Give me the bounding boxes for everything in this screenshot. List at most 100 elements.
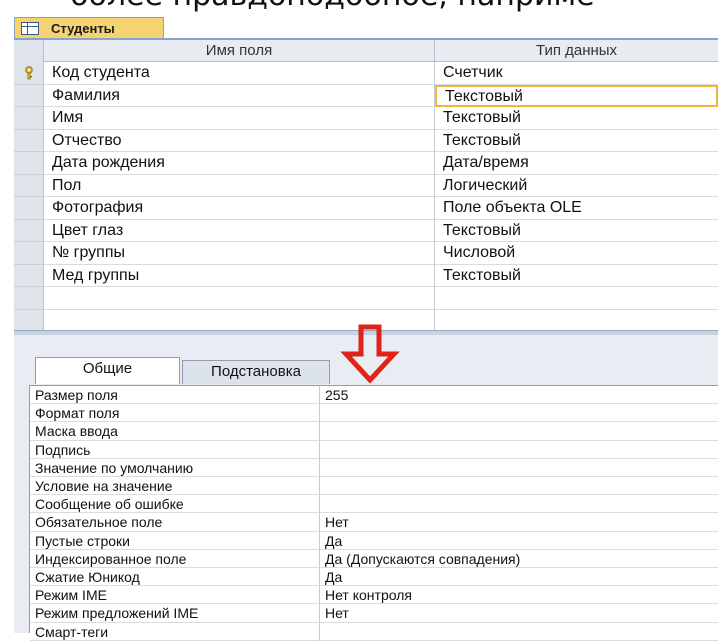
- property-value[interactable]: [320, 495, 718, 514]
- property-label: Смарт-теги: [30, 622, 320, 641]
- field-name-cell[interactable]: Цвет глаз: [44, 219, 435, 242]
- down-arrow-icon: [340, 324, 400, 384]
- field-name-cell[interactable]: Фотография: [44, 197, 435, 220]
- row-selector[interactable]: [14, 85, 44, 107]
- property-label: Маска ввода: [30, 422, 320, 441]
- field-row[interactable]: № группы Числовой: [14, 242, 718, 265]
- table-icon: [21, 22, 39, 35]
- property-row[interactable]: Маска ввода: [30, 422, 718, 441]
- field-row[interactable]: Мед группы Текстовый: [14, 264, 718, 287]
- field-row[interactable]: Цвет глаз Текстовый: [14, 219, 718, 242]
- field-name-cell[interactable]: № группы: [44, 242, 435, 265]
- data-type-cell[interactable]: Счетчик: [435, 62, 718, 85]
- data-type-cell[interactable]: Текстовый: [435, 107, 718, 130]
- data-type-cell[interactable]: Текстовый: [435, 265, 718, 287]
- property-row[interactable]: Сообщение об ошибке: [30, 495, 718, 514]
- document-tab-label: Студенты: [51, 21, 115, 36]
- data-type-cell[interactable]: Логический: [435, 175, 718, 197]
- slide-caption-text: более правдоподобное, наприме: [70, 0, 595, 14]
- property-value[interactable]: Нет: [320, 604, 718, 623]
- data-type-cell[interactable]: [435, 310, 718, 331]
- property-row[interactable]: Подпись: [30, 440, 718, 459]
- field-row[interactable]: Пол Логический: [14, 174, 718, 197]
- data-type-cell[interactable]: Числовой: [435, 242, 718, 265]
- field-name-cell[interactable]: Отчество: [44, 129, 435, 152]
- field-name-cell[interactable]: Код студента: [44, 62, 435, 85]
- field-name-cell[interactable]: Фамилия: [44, 84, 435, 107]
- property-row[interactable]: Режим предложений IME Нет: [30, 604, 718, 623]
- property-row[interactable]: Смарт-теги: [30, 622, 718, 641]
- field-row[interactable]: Отчество Текстовый: [14, 129, 718, 152]
- property-value[interactable]: [320, 477, 718, 496]
- data-type-cell[interactable]: [435, 287, 718, 310]
- field-name-cell[interactable]: Мед группы: [44, 264, 435, 287]
- property-label: Размер поля: [30, 386, 320, 405]
- column-header-field-name: Имя поля: [44, 40, 435, 62]
- property-label: Сообщение об ошибке: [30, 495, 320, 514]
- document-tab[interactable]: Студенты: [14, 17, 164, 39]
- row-selector[interactable]: [14, 265, 44, 287]
- row-selector[interactable]: [14, 220, 44, 242]
- property-row[interactable]: Режим IME Нет контроля: [30, 586, 718, 605]
- field-name-cell[interactable]: Пол: [44, 174, 435, 197]
- field-row[interactable]: Код студента Счетчик: [14, 62, 718, 85]
- property-row[interactable]: Обязательное поле Нет: [30, 513, 718, 532]
- data-type-cell[interactable]: Поле объекта OLE: [435, 197, 718, 220]
- field-row[interactable]: Имя Текстовый: [14, 107, 718, 130]
- property-value[interactable]: [320, 404, 718, 423]
- property-value[interactable]: 255: [320, 386, 718, 405]
- property-value[interactable]: Да: [320, 532, 718, 550]
- table-design-grid: Имя поля Тип данных Код студента Счетчик Ф…: [14, 40, 718, 330]
- data-type-cell[interactable]: Текстовый: [435, 130, 718, 152]
- property-label: Сжатие Юникод: [30, 568, 320, 587]
- property-label: Индексированное поле: [30, 549, 320, 568]
- property-value[interactable]: Да (Допускаются совпадения): [320, 550, 718, 568]
- property-value[interactable]: Нет: [320, 513, 718, 532]
- property-row[interactable]: Значение по умолчанию: [30, 458, 718, 477]
- row-selector[interactable]: [14, 310, 44, 331]
- data-type-cell[interactable]: Текстовый: [435, 84, 718, 107]
- tab-general[interactable]: Общие: [35, 357, 180, 384]
- row-selector[interactable]: [14, 152, 44, 175]
- property-label: Пустые строки: [30, 531, 320, 550]
- property-label: Подпись: [30, 440, 320, 459]
- property-label: Значение по умолчанию: [30, 458, 320, 477]
- data-type-cell[interactable]: Текстовый: [435, 220, 718, 242]
- property-row[interactable]: Сжатие Юникод Да: [30, 568, 718, 587]
- property-row[interactable]: Размер поля 255: [30, 386, 718, 405]
- tab-lookup[interactable]: Подстановка: [182, 360, 330, 384]
- property-value[interactable]: Нет контроля: [320, 586, 718, 605]
- field-row[interactable]: Дата рождения Дата/время: [14, 152, 718, 175]
- key-icon: [25, 66, 33, 80]
- property-value[interactable]: [320, 623, 718, 641]
- property-value[interactable]: [320, 459, 718, 477]
- properties-table: Размер поля 255 Формат поля Маска ввода Подп…: [29, 385, 718, 641]
- field-name-cell[interactable]: Имя: [44, 107, 435, 130]
- row-selector[interactable]: [14, 287, 44, 310]
- field-name-cell[interactable]: [44, 287, 435, 310]
- row-selector[interactable]: [14, 175, 44, 197]
- field-name-cell[interactable]: Дата рождения: [44, 152, 435, 175]
- property-value[interactable]: [320, 441, 718, 459]
- row-selector[interactable]: [14, 62, 44, 85]
- property-label: Обязательное поле: [30, 513, 320, 532]
- property-row[interactable]: Формат поля: [30, 404, 718, 423]
- field-row[interactable]: Фотография Поле объекта OLE: [14, 197, 718, 220]
- row-selector[interactable]: [14, 107, 44, 130]
- row-selector[interactable]: [14, 242, 44, 265]
- column-header-data-type: Тип данных: [435, 40, 718, 62]
- field-row[interactable]: Фамилия Текстовый: [14, 84, 718, 107]
- property-value[interactable]: Да: [320, 568, 718, 587]
- row-selector[interactable]: [14, 130, 44, 152]
- property-label: Режим IME: [30, 586, 320, 605]
- property-row[interactable]: Условие на значение: [30, 477, 718, 496]
- row-selector[interactable]: [14, 197, 44, 220]
- property-label: Формат поля: [30, 404, 320, 423]
- property-label: Условие на значение: [30, 477, 320, 496]
- data-type-cell[interactable]: Дата/время: [435, 152, 718, 175]
- field-row[interactable]: [14, 287, 718, 310]
- property-row[interactable]: Индексированное поле Да (Допускаются совп…: [30, 549, 718, 568]
- property-row[interactable]: Пустые строки Да: [30, 531, 718, 550]
- property-label: Режим предложений IME: [30, 604, 320, 623]
- property-value[interactable]: [320, 422, 718, 441]
